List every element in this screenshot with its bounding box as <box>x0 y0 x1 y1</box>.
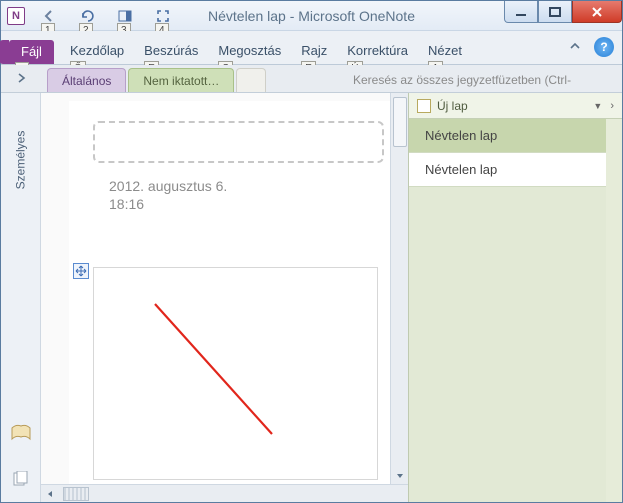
page-list-item[interactable]: Névtelen lap <box>409 119 606 153</box>
page-date: 2012. augusztus 6. <box>109 177 227 195</box>
tab-label: Nézet <box>428 43 462 58</box>
section-label: Általános <box>62 74 111 88</box>
qat-back-button[interactable]: 1 <box>37 5 61 27</box>
close-button[interactable] <box>572 1 622 23</box>
section-row: Általános Nem iktatott… Keresés az össze… <box>1 65 622 93</box>
new-page-icon <box>417 99 431 113</box>
tab-label: Kezdőlap <box>70 43 124 58</box>
page-list-item[interactable]: Névtelen lap <box>409 153 606 187</box>
qat-fullscreen-button[interactable]: 4 <box>151 5 175 27</box>
scroll-down-arrow[interactable] <box>392 468 408 484</box>
page-list-pane: Új lap ▼ › Névtelen lap Névtelen lap <box>408 93 622 502</box>
search-box[interactable]: Keresés az összes jegyzetfüzetben (Ctrl- <box>353 69 618 91</box>
canvas-area: 2012. augusztus 6. 18:16 <box>41 93 408 502</box>
open-notebook-icon[interactable] <box>10 424 32 447</box>
new-page-button[interactable]: Új lap ▼ › <box>409 93 622 119</box>
scrollbar-splitter[interactable] <box>63 487 89 501</box>
minimize-button[interactable] <box>504 1 538 23</box>
page-title-field[interactable] <box>93 121 384 163</box>
tab-insert[interactable]: BeszúrásE <box>134 39 208 64</box>
search-placeholder: Keresés az összes jegyzetfüzetben (Ctrl- <box>353 73 571 87</box>
page-canvas[interactable]: 2012. augusztus 6. 18:16 <box>69 101 394 484</box>
tab-view[interactable]: NézetA <box>418 39 472 64</box>
tab-draw[interactable]: RajzR <box>291 39 337 64</box>
tab-label: Beszúrás <box>144 43 198 58</box>
notebook-sidebar: Személyes <box>1 93 41 502</box>
scrollbar-thumb[interactable] <box>393 97 407 147</box>
title-bar: N 1 2 3 4 Névtelen lap - Microsoft OneNo… <box>1 1 622 31</box>
ink-stroke <box>147 296 307 456</box>
ribbon-minimize-button[interactable] <box>566 38 584 56</box>
page-list: Névtelen lap Névtelen lap <box>409 119 606 502</box>
tab-label: Korrektúra <box>347 43 408 58</box>
new-page-label: Új lap <box>437 99 468 113</box>
scroll-left-arrow[interactable] <box>41 486 59 502</box>
pane-collapse-icon[interactable]: › <box>610 100 614 112</box>
file-tab-label: Fájl <box>21 44 42 59</box>
container-move-handle[interactable] <box>73 263 89 279</box>
vertical-scrollbar[interactable] <box>390 93 408 484</box>
maximize-button[interactable] <box>538 1 572 23</box>
window-controls <box>504 1 622 23</box>
file-tab[interactable]: Fájl F <box>9 40 54 64</box>
section-label: Nem iktatott… <box>143 74 219 88</box>
tab-share[interactable]: MegosztásS <box>208 39 291 64</box>
section-tab-general[interactable]: Általános <box>47 68 126 92</box>
app-icon: N <box>7 7 25 25</box>
sidebar-pages-icon[interactable] <box>12 471 30 492</box>
notebook-dropdown-button[interactable] <box>7 67 37 89</box>
qat-undo-button[interactable]: 2 <box>75 5 99 27</box>
body: Személyes 2012. augusztus 6. 18:16 <box>1 93 622 502</box>
page-item-label: Névtelen lap <box>425 162 497 177</box>
tab-label: Megosztás <box>218 43 281 58</box>
page-datetime: 2012. augusztus 6. 18:16 <box>109 177 227 213</box>
section-tab-unfiled[interactable]: Nem iktatott… <box>128 68 234 92</box>
page-item-label: Névtelen lap <box>425 128 497 143</box>
tab-label: Rajz <box>301 43 327 58</box>
new-page-dropdown-icon[interactable]: ▼ <box>593 101 602 111</box>
pagelist-scrollbar[interactable] <box>606 119 622 502</box>
tab-home[interactable]: KezdőlapŐ <box>60 39 134 64</box>
help-button[interactable]: ? <box>594 37 614 57</box>
ribbon: Fájl F KezdőlapŐ BeszúrásE MegosztásS Ra… <box>1 31 622 65</box>
section-tab-loading[interactable] <box>236 68 266 92</box>
horizontal-scrollbar[interactable] <box>41 484 408 502</box>
notebook-label[interactable]: Személyes <box>14 131 28 190</box>
quick-access-toolbar: 1 2 3 4 <box>37 5 175 27</box>
qat-dock-button[interactable]: 3 <box>113 5 137 27</box>
tab-review[interactable]: KorrektúraÚ <box>337 39 418 64</box>
page-time: 18:16 <box>109 195 227 213</box>
